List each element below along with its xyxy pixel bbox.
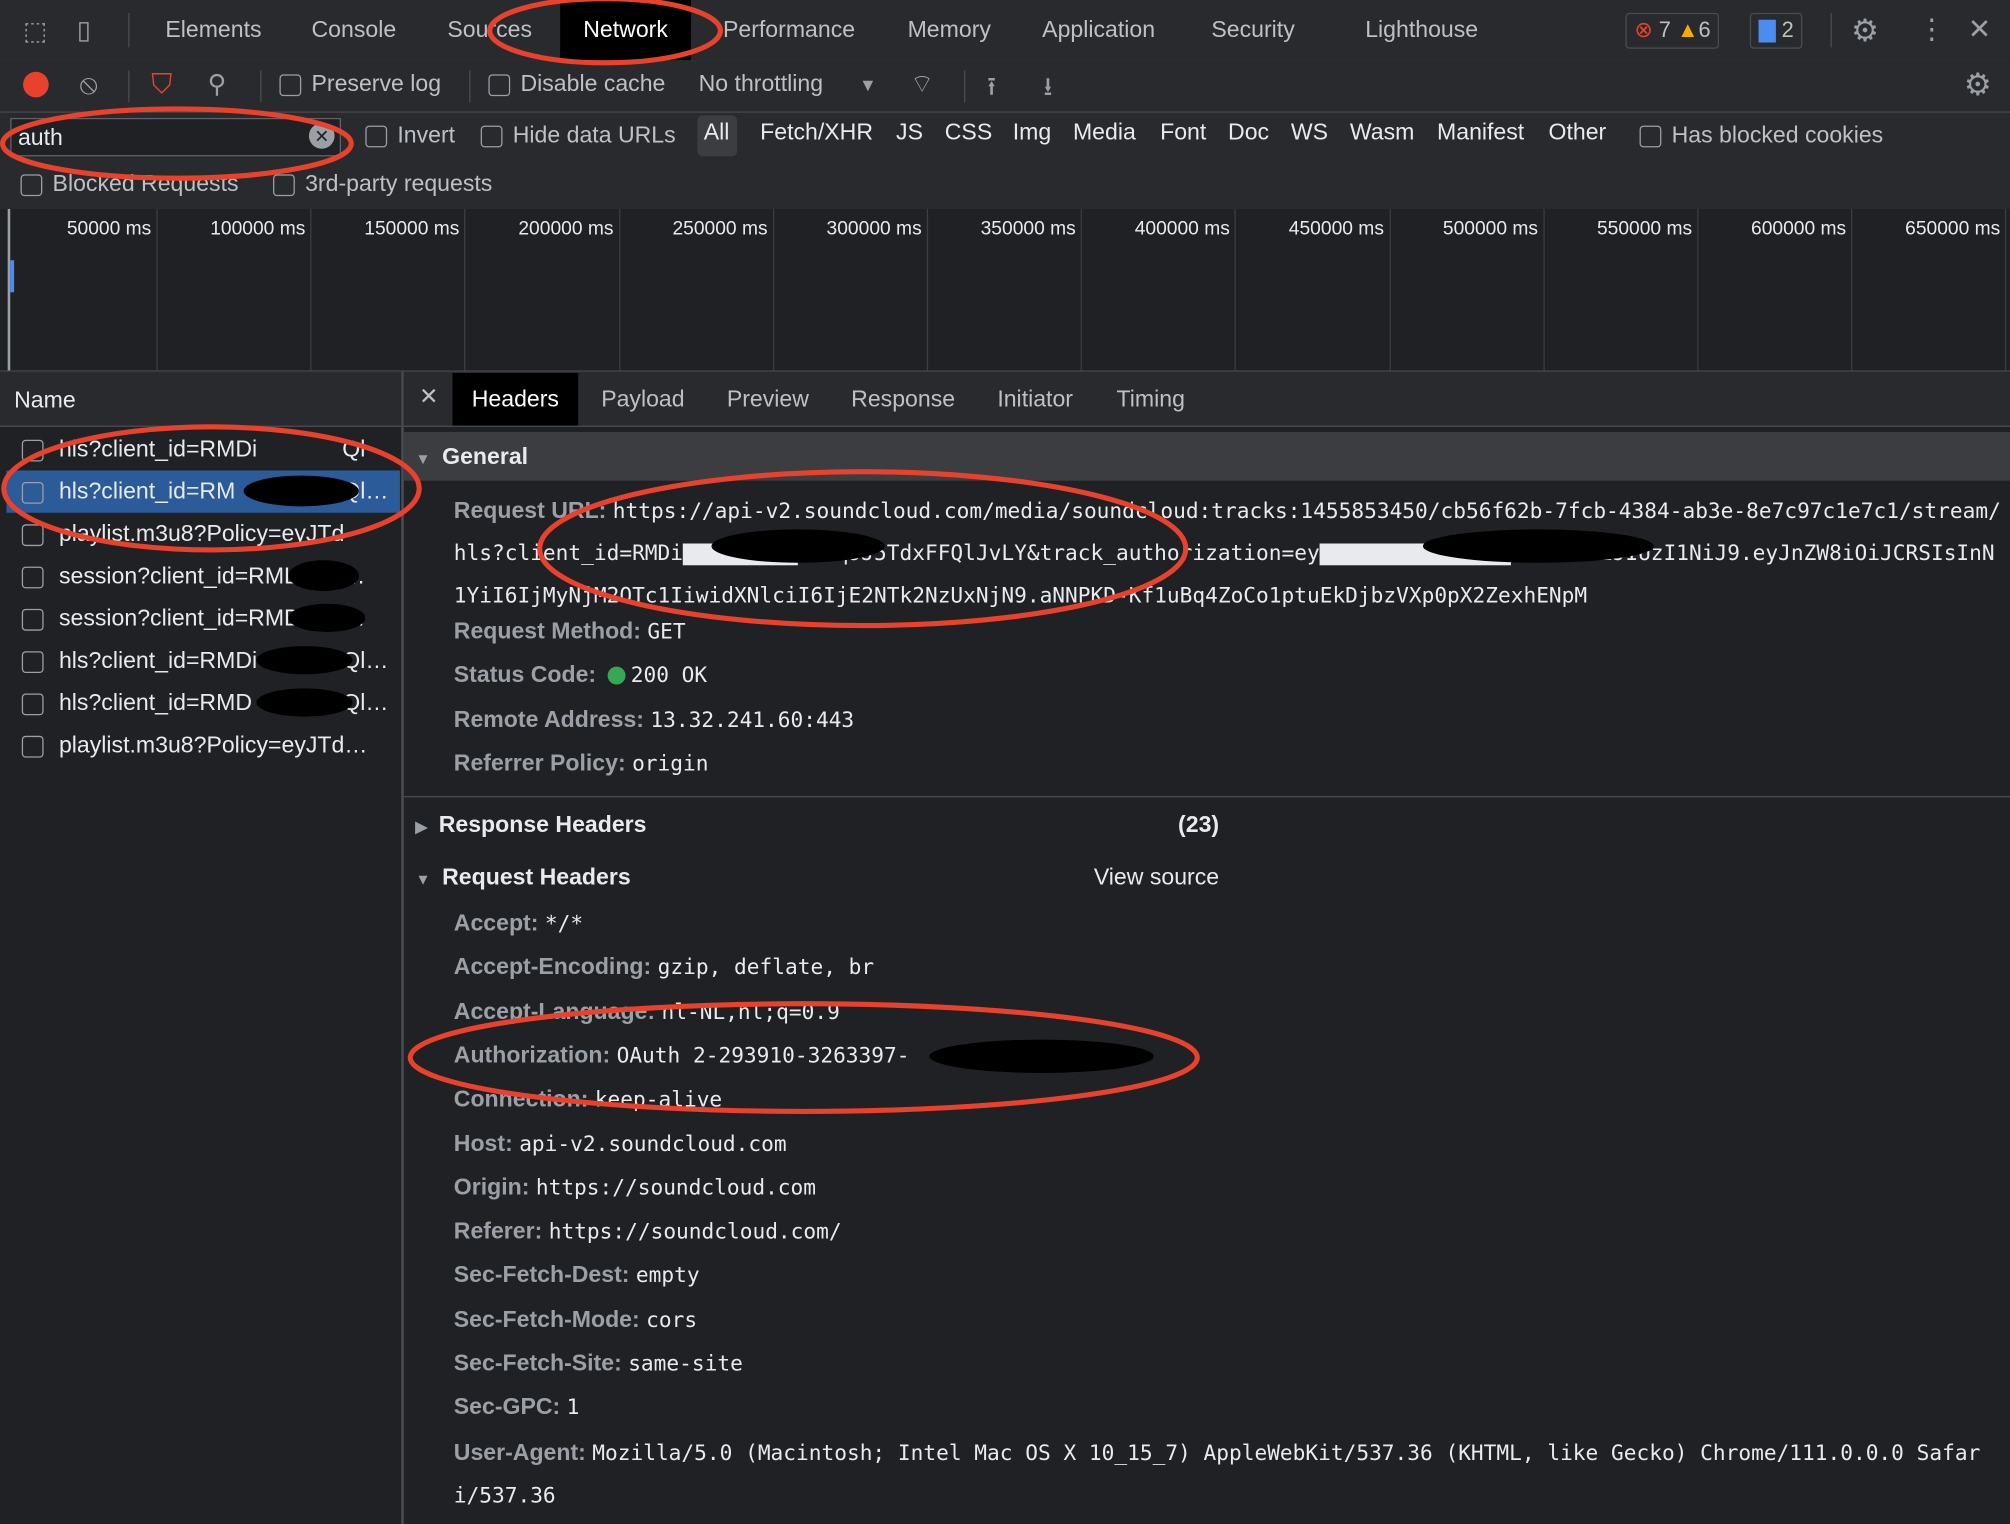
annotation-overlay [0, 0, 1200, 1114]
annotation-circle-requests [1, 424, 422, 553]
annotation-circle-client-id [537, 469, 1189, 629]
annotation-circle-authorization [407, 1001, 1200, 1114]
annotation-circle-network-tab [487, 0, 723, 66]
annotation-circle-filter [0, 106, 354, 181]
devtools-window: ⬚ ▯ Elements Console Sources Network Per… [0, 0, 2010, 1524]
